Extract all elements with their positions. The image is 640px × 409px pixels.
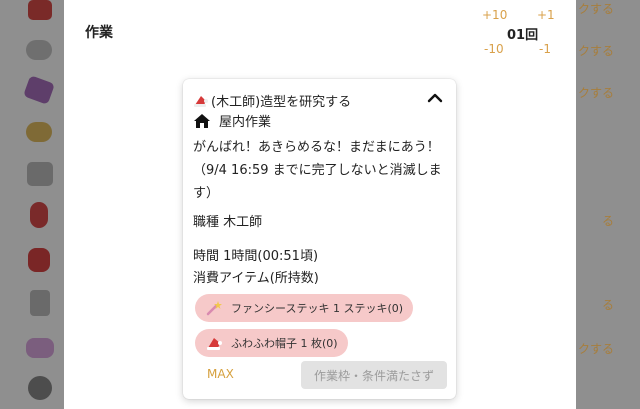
- list-item: [22, 290, 58, 320]
- plus-1-button[interactable]: +1: [537, 8, 555, 22]
- task-title-row: (木工師)造型を研究する: [193, 91, 351, 110]
- list-item: [22, 38, 58, 68]
- collapse-chevron-icon[interactable]: [425, 89, 445, 103]
- location-row: 屋内作業: [193, 111, 271, 130]
- list-item: [22, 202, 58, 232]
- job-type: 職種 木工師: [193, 215, 263, 230]
- location-text: 屋内作業: [219, 115, 272, 130]
- consumable-item-label: ふわふわ帽子 1 枚(0): [231, 337, 338, 350]
- work-time: 時間 1時間(00:51頃): [193, 249, 319, 264]
- consumable-item-wand[interactable]: ファンシーステッキ 1 ステッキ(0): [195, 294, 414, 322]
- task-title: (木工師)造型を研究する: [211, 95, 352, 110]
- list-item: [22, 75, 58, 106]
- plus-10-button[interactable]: +10: [482, 8, 507, 22]
- list-item-text: る: [601, 214, 614, 228]
- modal-title: 作業: [85, 25, 113, 41]
- consumable-item-label: ファンシーステッキ 1 ステッキ(0): [231, 302, 404, 315]
- list-item: [22, 246, 58, 276]
- minus-1-button[interactable]: -1: [539, 42, 551, 56]
- list-item: [22, 334, 58, 364]
- list-item-text: る: [601, 298, 614, 312]
- work-modal: 作業 +10 +1 01回 -10 -1 (木工師)造型を研究する 屋内作業 が…: [64, 0, 576, 409]
- santa-hat-icon: [205, 334, 223, 352]
- deadline-message: がんばれ！あきらめるな！まだまにあう！（9/4 16:59 までに完了しないと消…: [193, 140, 442, 201]
- home-icon: [193, 113, 211, 129]
- start-work-button-disabled[interactable]: 作業枠・条件満たさず: [301, 361, 447, 389]
- consumables-label: 消費アイテム(所持数): [193, 271, 319, 286]
- repeat-count: 01回: [507, 28, 539, 43]
- max-button[interactable]: MAX: [207, 367, 234, 381]
- list-item: [22, 0, 58, 30]
- santa-hat-icon: [193, 94, 209, 108]
- list-item: [22, 160, 58, 190]
- list-item: [22, 116, 58, 146]
- minus-10-button[interactable]: -10: [484, 42, 504, 56]
- consumable-item-hat[interactable]: ふわふわ帽子 1 枚(0): [195, 329, 348, 357]
- wand-icon: [205, 299, 223, 317]
- task-card: (木工師)造型を研究する 屋内作業 がんばれ！あきらめるな！まだまにあう！（9/…: [183, 79, 456, 399]
- list-item: [22, 374, 58, 404]
